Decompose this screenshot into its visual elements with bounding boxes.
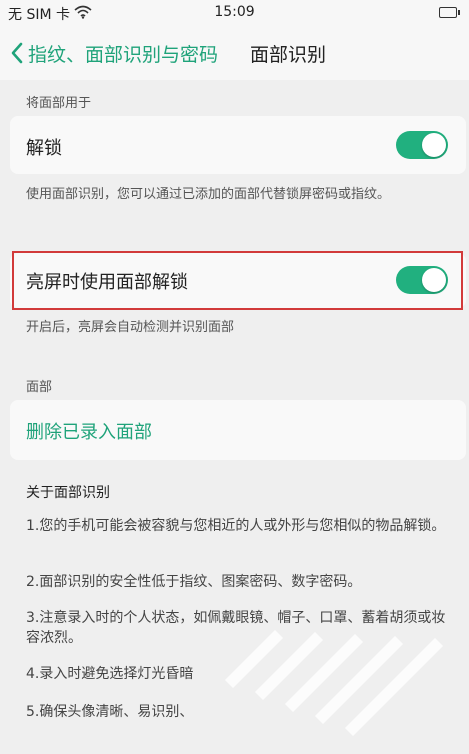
about-item-5: 5.确保头像清晰、易识别、 (26, 704, 194, 720)
delete-face-button[interactable]: 删除已录入面部 (26, 418, 152, 444)
unlock-label: 解锁 (26, 138, 62, 159)
chevron-left-icon (11, 42, 23, 64)
screen-on-description: 开启后，亮屏会自动检测并识别面部 (26, 320, 235, 335)
delete-face-row[interactable]: 删除已录入面部 (10, 400, 466, 460)
about-item-1: 1.您的手机可能会被容貌与您相近的人或外形与您相似的物品解锁。 (26, 518, 446, 534)
status-bar: 无 SIM 卡 15:09 (0, 0, 469, 26)
unlock-description: 使用面部识别，您可以通过已添加的面部代替锁屏密码或指纹。 (26, 187, 391, 202)
back-label: 指纹、面部识别与密码 (28, 43, 219, 66)
unlock-row[interactable]: 解锁 (10, 116, 466, 174)
about-item-2: 2.面部识别的安全性低于指纹、图案密码、数字密码。 (26, 574, 362, 590)
unlock-toggle[interactable] (396, 131, 448, 159)
about-title: 关于面部识别 (26, 485, 110, 501)
highlight-frame (12, 251, 463, 310)
about-item-3: 3.注意录入时的个人状态，如佩戴眼镜、帽子、口罩、蓄着胡须或妆容浓烈。 (26, 610, 446, 646)
page-title: 面部识别 (250, 44, 327, 66)
toggle-knob (422, 133, 446, 157)
header: 指纹、面部识别与密码 面部识别 (0, 26, 469, 80)
section-label-use: 将面部用于 (26, 96, 92, 111)
status-time: 15:09 (214, 4, 255, 20)
battery-icon (439, 7, 460, 18)
back-button[interactable]: 指纹、面部识别与密码 (10, 36, 218, 70)
section-label-face: 面部 (26, 380, 53, 395)
about-item-4: 4.录入时避免选择灯光昏暗 (26, 666, 194, 682)
